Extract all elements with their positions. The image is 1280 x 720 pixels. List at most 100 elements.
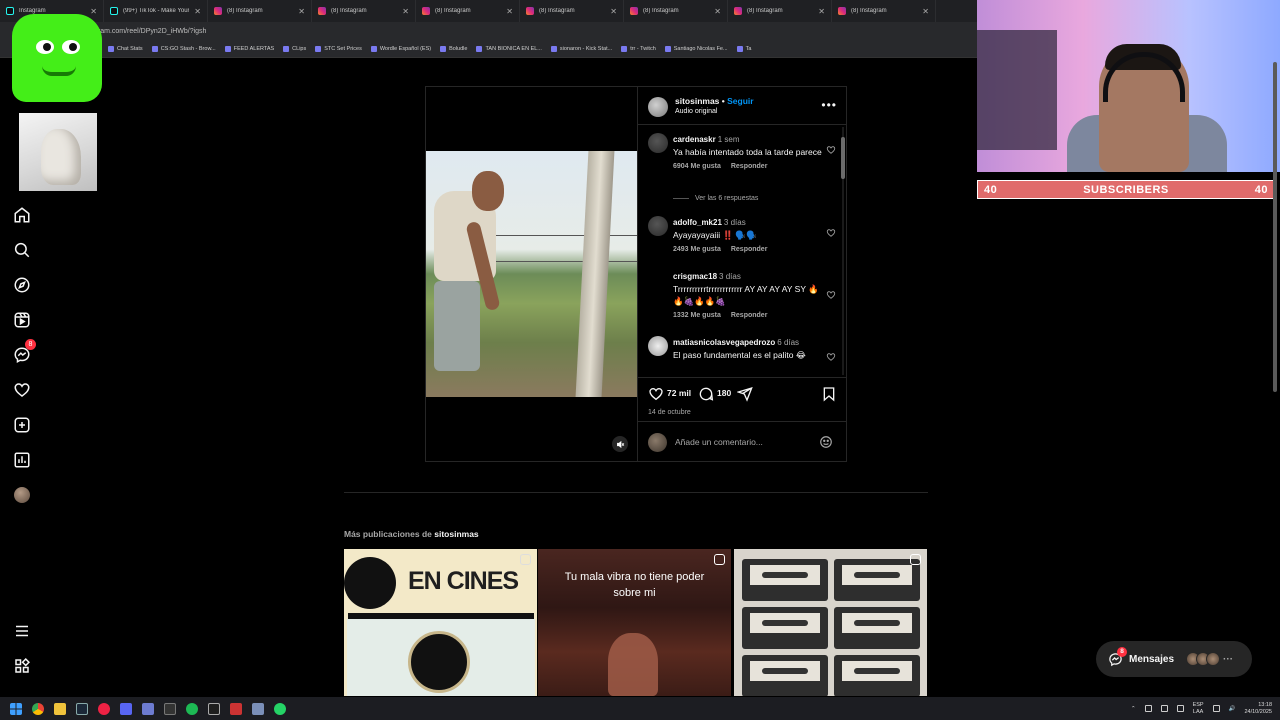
like-comment-icon[interactable] (826, 228, 836, 238)
tab-8[interactable]: (8) Instagram ✕ (728, 0, 832, 22)
more-options-icon[interactable]: ••• (821, 98, 837, 112)
app-icon[interactable] (142, 702, 154, 715)
bookmark-item[interactable]: CLips (283, 45, 306, 52)
menu-icon[interactable] (10, 619, 34, 643)
windows-start-icon[interactable] (10, 702, 22, 715)
audio-link[interactable]: Audio original (675, 108, 717, 115)
app-icon[interactable] (230, 702, 242, 715)
close-tab-icon[interactable]: ✕ (922, 7, 929, 16)
bookmark-item[interactable]: Boludle (440, 45, 467, 52)
bookmark-item[interactable]: Wordle Español (ES) (370, 45, 431, 52)
app-icon[interactable] (164, 702, 176, 715)
author-username[interactable]: sitosinmas (675, 96, 719, 106)
url-text[interactable]: gram.com/reel/DPyn2D_iHWb/?igsh (94, 28, 206, 35)
close-tab-icon[interactable]: ✕ (818, 7, 825, 16)
mute-button[interactable] (612, 436, 628, 452)
dashboard-icon[interactable] (10, 448, 34, 472)
reel-video[interactable] (426, 87, 637, 461)
create-icon[interactable] (10, 413, 34, 437)
bookmark-save-icon[interactable] (821, 386, 837, 402)
page-scrollbar-thumb[interactable] (1273, 62, 1277, 392)
app-icon[interactable] (98, 702, 110, 715)
like-comment-icon[interactable] (826, 290, 836, 300)
comments-scrollbar[interactable] (840, 127, 846, 375)
address-bar[interactable]: gram.com/reel/DPyn2D_iHWb/?igsh (0, 22, 977, 40)
whatsapp-icon[interactable] (274, 702, 286, 715)
share-icon[interactable] (737, 386, 753, 402)
like-comment-icon[interactable] (826, 145, 836, 155)
close-tab-icon[interactable]: ✕ (714, 7, 721, 16)
bookmark-item[interactable]: sionaron - Kick Stat... (550, 45, 612, 52)
tray-app-icon[interactable] (1176, 705, 1184, 712)
scrollbar-thumb[interactable] (841, 137, 845, 179)
comment-input[interactable] (675, 433, 805, 451)
chrome-icon[interactable] (32, 702, 44, 715)
steam-icon[interactable] (76, 702, 88, 715)
comment-username[interactable]: adolfo_mk21 (673, 218, 722, 227)
tab-6[interactable]: (8) Instagram ✕ (520, 0, 624, 22)
tab-7[interactable]: (8) Instagram ✕ (624, 0, 728, 22)
view-replies[interactable]: Ver las 6 respuestas (673, 195, 758, 202)
notifications-heart-icon[interactable] (10, 378, 34, 402)
like-comment-icon[interactable] (826, 352, 836, 362)
bookmark-item[interactable]: TAN BIONICA EN EL... (476, 45, 542, 52)
bookmark-item[interactable]: STC Set Prices (315, 45, 362, 52)
comment-icon[interactable] (698, 386, 714, 402)
bookmark-item[interactable]: Ta (736, 45, 751, 52)
messenger-icon[interactable]: 8 (10, 339, 36, 367)
network-icon[interactable] (1212, 705, 1220, 712)
comment-username[interactable]: cardenaskr (673, 135, 716, 144)
grid-post[interactable] (734, 549, 927, 696)
discord-icon[interactable] (120, 702, 132, 715)
close-tab-icon[interactable]: ✕ (506, 7, 513, 16)
bookmark-item[interactable]: Santiago Nicolas Fe... (664, 45, 728, 52)
comment-likes[interactable]: 2493 Me gusta (673, 244, 721, 256)
comment-username[interactable]: crisgmac18 (673, 272, 717, 281)
apps-icon[interactable] (10, 654, 34, 678)
grid-post[interactable]: EN CINES (344, 549, 537, 696)
bookmark-item[interactable]: CS:GO Stash - Brow... (151, 45, 216, 52)
tab-3[interactable]: (8) Instagram ✕ (208, 0, 312, 22)
file-explorer-icon[interactable] (54, 702, 66, 715)
reply-button[interactable]: Responder (731, 161, 768, 173)
close-tab-icon[interactable]: ✕ (610, 7, 617, 16)
tab-2[interactable]: (99+) TikTok - Make Your Day✕ (104, 0, 208, 22)
like-count[interactable]: 72 mil (667, 388, 691, 398)
reply-button[interactable]: Responder (731, 244, 768, 256)
close-tab-icon[interactable]: ✕ (90, 7, 97, 16)
comment-likes[interactable]: 6904 Me gusta (673, 161, 721, 173)
comment-likes[interactable]: 1332 Me gusta (673, 310, 721, 322)
tray-app-icon[interactable] (1144, 705, 1152, 712)
like-icon[interactable] (648, 386, 664, 402)
page-scrollbar[interactable] (1272, 60, 1278, 400)
bookmark-item[interactable]: trr - Twitch (621, 45, 656, 52)
tab-5[interactable]: (8) Instagram ✕ (416, 0, 520, 22)
language-indicator[interactable]: ESP LAA (1193, 702, 1204, 716)
clock[interactable]: 13:18 24/10/2025 (1244, 702, 1272, 716)
author-avatar[interactable] (648, 97, 668, 117)
reels-icon[interactable] (10, 308, 34, 332)
bookmark-item[interactable]: Chat Stats (108, 45, 143, 52)
tab-4[interactable]: (8) Instagram ✕ (312, 0, 416, 22)
explore-icon[interactable] (10, 273, 34, 297)
spotify-icon[interactable] (186, 702, 198, 715)
avatar[interactable] (648, 133, 668, 153)
avatar[interactable] (648, 270, 668, 290)
volume-icon[interactable]: 🔊 (1229, 706, 1236, 712)
app-icon[interactable] (208, 702, 220, 715)
comment-count[interactable]: 180 (717, 388, 731, 398)
close-tab-icon[interactable]: ✕ (298, 7, 305, 16)
profile-avatar[interactable] (10, 483, 34, 507)
reply-button[interactable]: Responder (731, 310, 768, 322)
home-icon[interactable] (10, 203, 34, 227)
bookmark-item[interactable]: FEED ALERTAS (224, 45, 274, 52)
avatar[interactable] (648, 336, 668, 356)
app-icon[interactable] (252, 702, 264, 715)
avatar[interactable] (648, 216, 668, 236)
search-icon[interactable] (10, 238, 34, 262)
follow-button[interactable]: Seguir (727, 96, 753, 106)
tray-app-icon[interactable] (1160, 705, 1168, 712)
messages-button[interactable]: 8 Mensajes ··· (1096, 641, 1252, 677)
close-tab-icon[interactable]: ✕ (402, 7, 409, 16)
more-posts-username[interactable]: sitosinmas (434, 529, 478, 539)
